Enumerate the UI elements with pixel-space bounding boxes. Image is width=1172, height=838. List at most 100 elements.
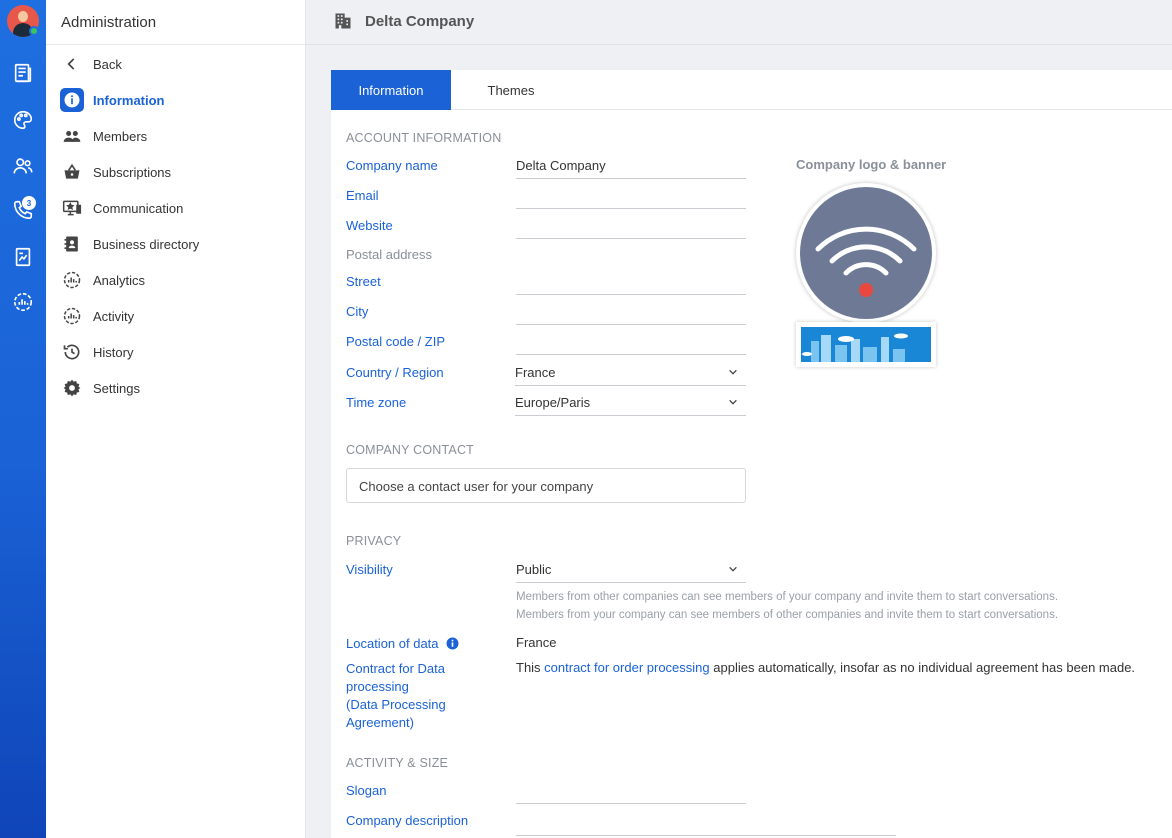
members-icon: [60, 124, 84, 148]
page-title: Delta Company: [365, 13, 475, 30]
country-select[interactable]: France: [515, 358, 746, 386]
company-banner[interactable]: [796, 322, 936, 367]
company-description-input[interactable]: [516, 835, 896, 836]
visibility-select-value: Public: [516, 562, 552, 577]
contract-link[interactable]: contract for order processing: [544, 660, 709, 675]
building-icon: [335, 13, 351, 29]
sidebar-item-label: Members: [93, 128, 148, 144]
sidebar-item-label: Business directory: [93, 236, 200, 252]
analytics-icon: [60, 268, 84, 292]
country-label: Country / Region: [346, 365, 444, 380]
location-of-data-text: Location of data: [346, 636, 439, 651]
street-label: Street: [346, 274, 381, 289]
app-rail: 3: [0, 0, 46, 838]
zip-label: Postal code / ZIP: [346, 334, 445, 349]
address-book-icon: [60, 232, 84, 256]
location-of-data-value: France: [516, 635, 557, 650]
history-icon: [60, 340, 84, 364]
sidebar-item-communication[interactable]: Communication: [60, 196, 183, 220]
sidebar-item-label: Analytics: [93, 272, 146, 288]
sidebar-item-analytics[interactable]: Analytics: [60, 268, 145, 292]
sidebar-item-activity[interactable]: Activity: [60, 304, 134, 328]
logo-banner-title: Company logo & banner: [796, 157, 947, 172]
tab-bar: Information Themes: [331, 70, 1172, 110]
street-input[interactable]: [516, 267, 746, 295]
notification-badge: 3: [22, 196, 36, 210]
timezone-label: Time zone: [346, 395, 407, 410]
visibility-hint-1: Members from other companies can see mem…: [516, 591, 1059, 603]
sidebar-item-label: Subscriptions: [93, 164, 172, 180]
chevron-left-icon: [60, 52, 84, 76]
visibility-label: Visibility: [346, 562, 393, 577]
news-icon[interactable]: [9, 59, 37, 87]
analytics-icon[interactable]: [9, 288, 37, 316]
document-icon[interactable]: [9, 243, 37, 271]
company-contact-input[interactable]: Choose a contact user for your company: [346, 468, 746, 503]
location-of-data-label: Location of data: [346, 636, 459, 651]
sidebar-item-label: Communication: [93, 200, 184, 216]
contract-text: This contract for order processing appli…: [516, 660, 1135, 675]
contract-text-post: applies automatically, insofar as no ind…: [709, 660, 1136, 675]
company-info-card: Information Themes ACCOUNT INFORMATION C…: [331, 70, 1172, 838]
city-banner-icon: [801, 327, 931, 362]
sidebar-item-business-directory[interactable]: Business directory: [60, 232, 199, 256]
contract-text-pre: This: [516, 660, 545, 675]
zip-input[interactable]: [516, 327, 746, 355]
sidebar-item-label: Information: [93, 92, 165, 108]
email-label: Email: [346, 188, 379, 203]
chevron-down-icon: [729, 566, 737, 572]
sidebar-item-label: Activity: [93, 308, 135, 324]
contract-label-line: Agreement): [346, 715, 414, 730]
palette-icon[interactable]: [9, 106, 37, 134]
sidebar-item-label: Settings: [93, 380, 140, 396]
contract-label: Contract for Data processing (Data Proce…: [346, 660, 446, 732]
company-logo[interactable]: [796, 183, 936, 323]
sidebar-item-information[interactable]: Information: [60, 88, 165, 112]
chevron-down-icon: [729, 369, 737, 375]
timezone-select[interactable]: Europe/Paris: [515, 388, 746, 416]
page-header: Delta Company: [306, 0, 1172, 45]
gear-icon: [60, 376, 84, 400]
sidebar-item-label: History: [93, 344, 134, 360]
email-input[interactable]: [516, 181, 746, 209]
city-input[interactable]: [516, 297, 746, 325]
tab-information[interactable]: Information: [331, 70, 451, 110]
postal-address-label: Postal address: [346, 247, 432, 262]
basket-icon: [60, 160, 84, 184]
company-description-label: Company description: [346, 813, 469, 828]
city-label: City: [346, 304, 369, 319]
contract-label-line: processing: [346, 679, 409, 694]
sidebar-item-members[interactable]: Members: [60, 124, 147, 148]
section-account-information: ACCOUNT INFORMATION: [346, 131, 502, 145]
section-company-contact: COMPANY CONTACT: [346, 443, 475, 457]
sidebar-item-back[interactable]: Back: [60, 52, 122, 76]
slogan-input[interactable]: [516, 776, 746, 804]
wifi-logo-icon: [815, 226, 917, 297]
section-privacy: PRIVACY: [346, 534, 402, 548]
sidebar-item-label: Back: [93, 56, 122, 72]
country-select-value: France: [515, 365, 556, 380]
section-activity-size: ACTIVITY & SIZE: [346, 756, 449, 770]
sidebar-item-subscriptions[interactable]: Subscriptions: [60, 160, 171, 184]
contract-label-line: Contract for Data: [346, 661, 445, 676]
info-icon[interactable]: [446, 637, 459, 650]
website-label: Website: [346, 218, 393, 233]
sidebar-item-history[interactable]: History: [60, 340, 133, 364]
admin-sidebar: Administration Back Information Members …: [46, 0, 306, 838]
website-input[interactable]: [516, 211, 746, 239]
monitor-star-icon: [60, 196, 84, 220]
chevron-down-icon: [729, 399, 737, 405]
slogan-label: Slogan: [346, 783, 387, 798]
info-icon: [60, 88, 84, 112]
timezone-select-value: Europe/Paris: [515, 395, 591, 410]
contacts-icon[interactable]: [9, 152, 37, 180]
visibility-select[interactable]: Public: [516, 555, 746, 583]
company-name-input[interactable]: Delta Company: [516, 151, 746, 179]
sidebar-title: Administration: [46, 0, 305, 45]
company-name-label: Company name: [346, 158, 438, 173]
activity-icon: [60, 304, 84, 328]
visibility-hint-2: Members from your company can see member…: [516, 609, 1059, 621]
tab-themes[interactable]: Themes: [451, 70, 571, 110]
online-status-icon: [29, 26, 39, 36]
sidebar-item-settings[interactable]: Settings: [60, 376, 140, 400]
